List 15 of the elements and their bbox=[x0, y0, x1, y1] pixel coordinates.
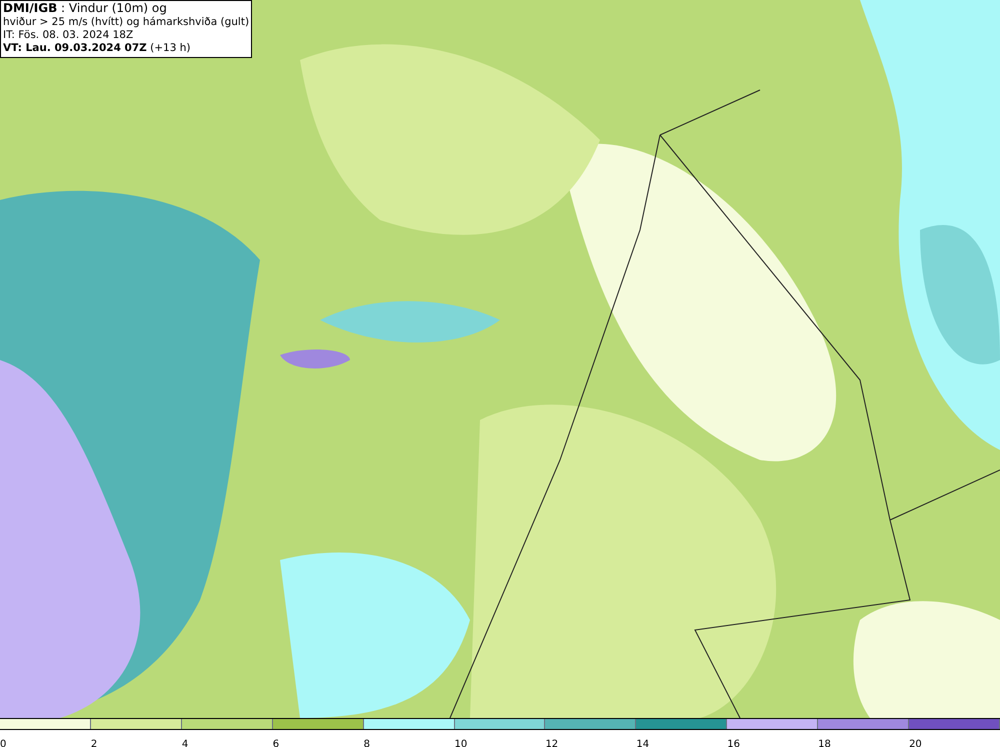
scale-label: 6 bbox=[272, 739, 280, 747]
scale-label: 4 bbox=[182, 739, 188, 747]
legend-text: IT: Fös. 08. 03. 2024 18Z bbox=[3, 29, 134, 42]
scale-label: 20 bbox=[909, 739, 922, 747]
scale-label: 2 bbox=[90, 739, 98, 747]
legend-text: VT: Lau. 09.03.2024 07Z (+13 h) bbox=[3, 42, 192, 55]
scale-label: 10 bbox=[454, 739, 468, 747]
scale-label: 18 bbox=[818, 739, 831, 747]
scale-label: 0 bbox=[0, 739, 6, 747]
scale-label: 8 bbox=[364, 739, 370, 747]
scale-label: 14 bbox=[636, 739, 650, 747]
legend-text: DMI/IGB : Vindur (10m) og bbox=[3, 1, 168, 16]
scale-label: 12 bbox=[545, 739, 558, 747]
legend-text: hviður > 25 m/s (hvítt) og hámarkshviða (gult) bbox=[3, 16, 250, 29]
scale-label: 16 bbox=[727, 739, 740, 747]
